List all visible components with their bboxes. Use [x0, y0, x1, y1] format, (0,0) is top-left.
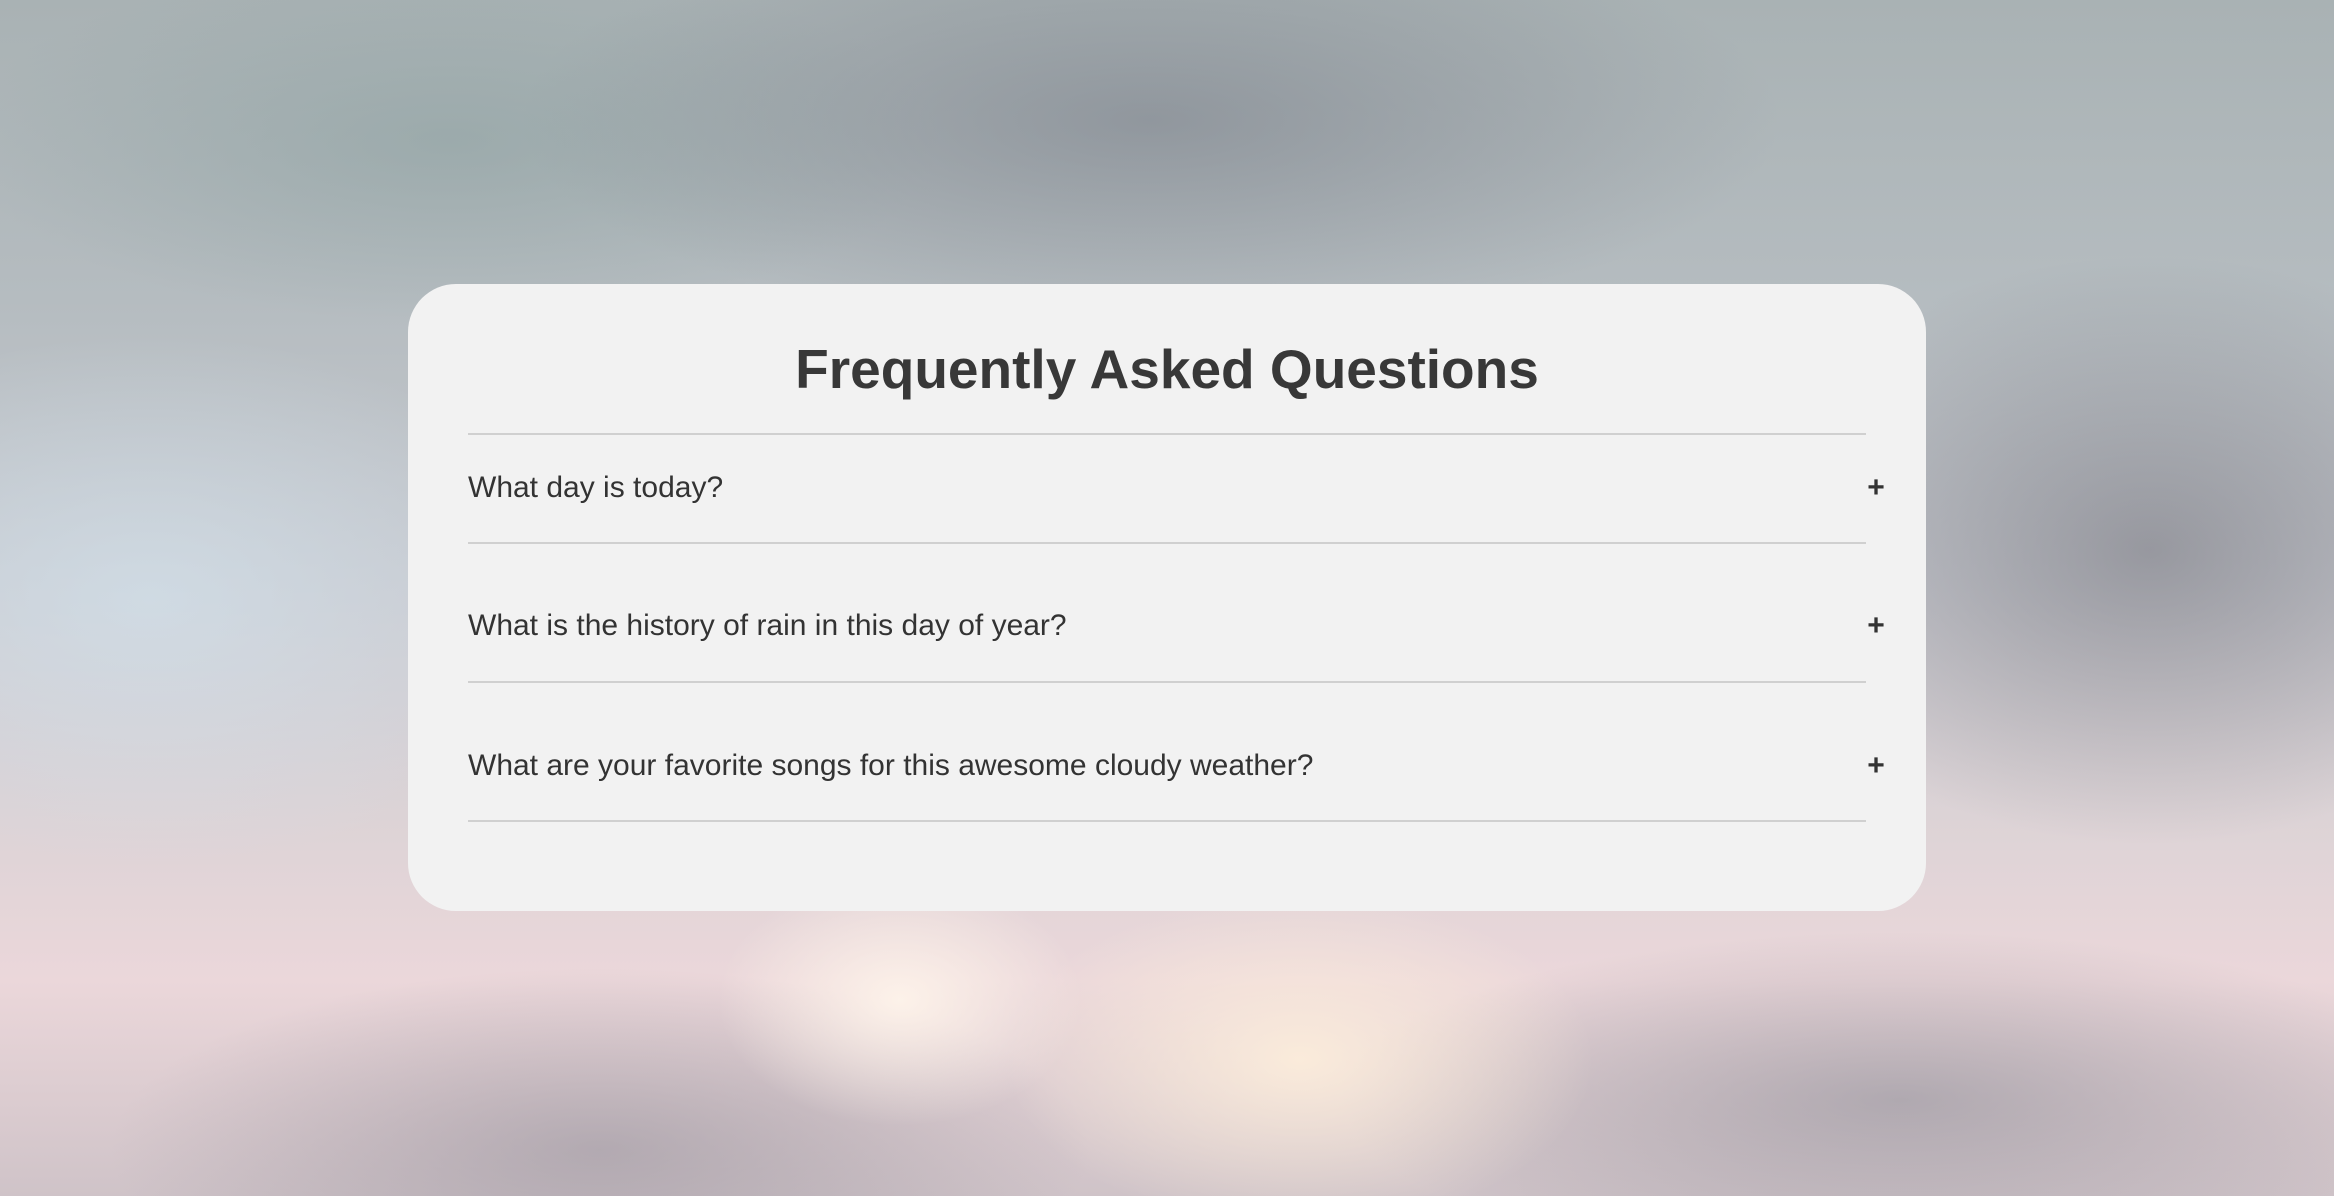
faq-item-2[interactable]: What is the history of rain in this day …: [468, 596, 1888, 656]
faq-card: Frequently Asked Questions What day is t…: [408, 284, 1926, 911]
faq-question: What day is today?: [468, 471, 724, 504]
faq-divider: [468, 681, 1866, 683]
faq-question: What is the history of rain in this day …: [468, 609, 1067, 642]
faq-divider: [468, 820, 1866, 822]
plus-icon[interactable]: +: [1864, 611, 1888, 641]
faq-item-1[interactable]: What day is today? +: [468, 458, 1888, 518]
faq-divider: [468, 542, 1866, 544]
faq-divider: [468, 433, 1866, 435]
faq-title: Frequently Asked Questions: [795, 338, 1539, 400]
plus-icon[interactable]: +: [1864, 751, 1888, 781]
plus-icon[interactable]: +: [1864, 473, 1888, 503]
faq-question: What are your favorite songs for this aw…: [468, 749, 1314, 782]
faq-item-3[interactable]: What are your favorite songs for this aw…: [468, 736, 1888, 796]
